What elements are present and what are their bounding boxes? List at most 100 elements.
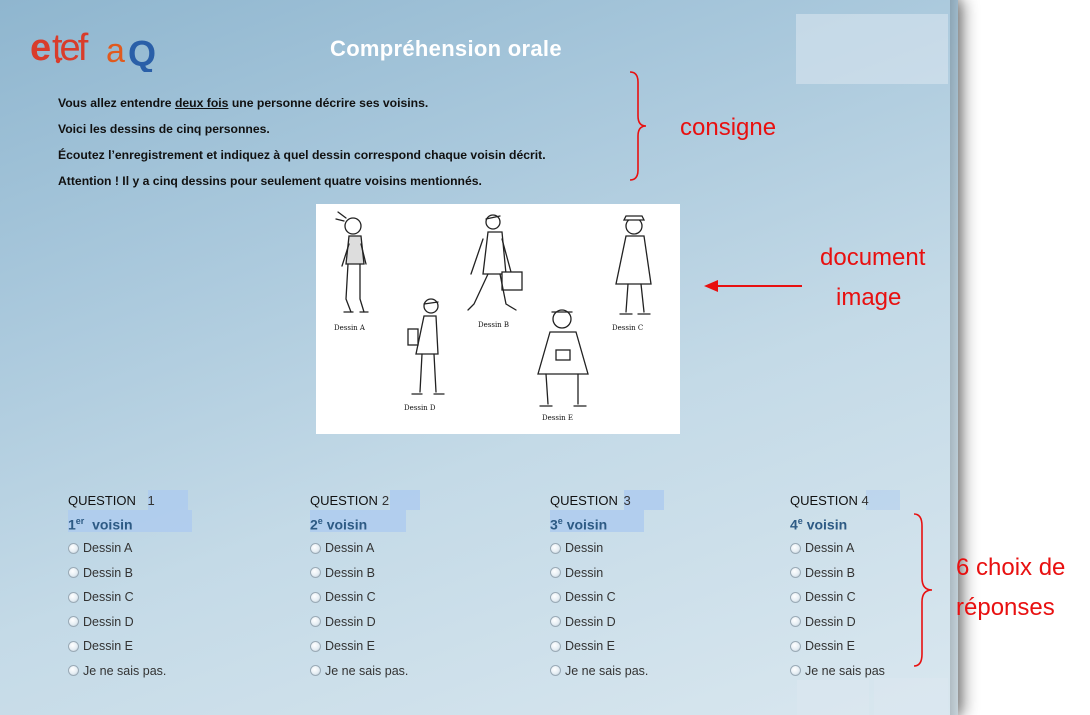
option-label: Dessin D <box>565 614 616 629</box>
option-label: Dessin C <box>83 590 134 605</box>
answer-option[interactable]: Dessin <box>550 561 750 586</box>
question-number: 3 <box>623 493 631 508</box>
option-label: Dessin D <box>325 614 376 629</box>
instruction-line: Attention ! Il y a cinq dessins pour seu… <box>58 174 482 188</box>
question-number: 4 <box>861 493 869 508</box>
option-label: Dessin B <box>805 565 856 580</box>
radio-button[interactable] <box>310 665 321 677</box>
radio-button[interactable] <box>550 640 561 652</box>
answer-option[interactable]: Dessin B <box>68 561 268 586</box>
option-label: Je ne sais pas. <box>83 663 167 678</box>
choices-annotation: 6 choix de <box>956 554 1066 581</box>
radio-button[interactable] <box>790 616 801 628</box>
answer-option[interactable]: Dessin D <box>68 610 268 635</box>
option-label: Dessin D <box>83 614 134 629</box>
answer-option[interactable]: Je ne sais pas. <box>310 659 510 684</box>
question-title: QUESTION 2 <box>310 492 510 510</box>
option-label: Dessin E <box>805 639 856 654</box>
option-label: Dessin A <box>325 541 375 556</box>
deco-box <box>874 678 948 715</box>
radio-button[interactable] <box>68 665 79 677</box>
question-subtitle: 2e voisin <box>310 510 510 533</box>
answer-option[interactable]: Dessin D <box>310 610 510 635</box>
answer-options: Dessin A Dessin B Dessin C Dessin D Dess… <box>68 536 268 683</box>
answer-option[interactable]: Dessin C <box>550 585 750 610</box>
answer-option[interactable]: Dessin A <box>310 536 510 561</box>
instruction-text: Vous allez entendre <box>58 96 175 110</box>
radio-button[interactable] <box>310 616 321 628</box>
option-label: Dessin E <box>325 639 376 654</box>
answer-option[interactable]: Dessin C <box>310 585 510 610</box>
figure-b <box>467 214 523 311</box>
voisin-ordinal: er <box>75 516 85 526</box>
radio-button[interactable] <box>790 591 801 603</box>
answer-option[interactable]: Dessin E <box>68 634 268 659</box>
figure-label: Dessin A <box>334 324 365 332</box>
deco-box <box>797 680 869 715</box>
figure-c <box>615 215 652 315</box>
question-number: 1 <box>147 493 155 508</box>
voisin-label: voisin <box>806 516 848 533</box>
option-label: Dessin C <box>805 590 856 605</box>
question-title: QUESTION 3 <box>550 492 750 510</box>
option-label: Dessin E <box>83 639 134 654</box>
answer-option[interactable]: Dessin E <box>310 634 510 659</box>
instruction-line: Voici les dessins de cinq personnes. <box>58 122 270 136</box>
answer-option[interactable]: Dessin <box>550 536 750 561</box>
figure-label: Dessin C <box>612 324 644 332</box>
answer-option[interactable]: Dessin A <box>68 536 268 561</box>
answer-options: Dessin A Dessin B Dessin C Dessin D Dess… <box>310 536 510 683</box>
answer-option[interactable]: Je ne sais pas <box>790 659 990 684</box>
voisin-number: 2 <box>310 516 318 533</box>
radio-button[interactable] <box>550 567 561 579</box>
radio-button[interactable] <box>68 567 79 579</box>
radio-button[interactable] <box>790 665 801 677</box>
radio-button[interactable] <box>310 567 321 579</box>
figure-d <box>407 298 445 395</box>
radio-button[interactable] <box>310 542 321 554</box>
answer-option[interactable]: Dessin B <box>310 561 510 586</box>
answer-option[interactable]: Je ne sais pas. <box>550 659 750 684</box>
question-subtitle: 3e voisin <box>550 510 750 533</box>
radio-button[interactable] <box>550 665 561 677</box>
option-label: Dessin B <box>83 565 134 580</box>
voisin-number: 4 <box>790 516 798 533</box>
question-label: QUESTION <box>68 493 136 508</box>
radio-button[interactable] <box>68 591 79 603</box>
radio-button[interactable] <box>68 640 79 652</box>
option-label: Dessin A <box>805 541 855 556</box>
instruction-text: une personne décrire ses voisins. <box>228 96 429 110</box>
radio-button[interactable] <box>790 567 801 579</box>
choices-brace <box>913 513 933 667</box>
question-subtitle: 1er voisin <box>68 510 268 533</box>
radio-button[interactable] <box>550 542 561 554</box>
voisin-label: voisin <box>92 516 133 533</box>
svg-text:a: a <box>106 32 125 70</box>
question-title: QUESTION 4 <box>790 492 990 510</box>
voisin-label: voisin <box>326 516 368 533</box>
question-2: QUESTION 2 2e voisin Dessin A Dessin B De… <box>310 490 510 683</box>
etefaq-logo: e tef a Q <box>30 27 156 72</box>
question-1: QUESTION 1 1er voisin Dessin A Dessin B … <box>68 490 268 683</box>
radio-button[interactable] <box>310 591 321 603</box>
question-subtitle: 4e voisin <box>790 510 990 533</box>
radio-button[interactable] <box>550 591 561 603</box>
radio-button[interactable] <box>550 616 561 628</box>
answer-option[interactable]: Dessin D <box>550 610 750 635</box>
radio-button[interactable] <box>310 640 321 652</box>
consigne-brace <box>629 71 647 181</box>
answer-options: Dessin Dessin Dessin C Dessin D Dessin E… <box>550 536 750 683</box>
voisin-ordinal: e <box>557 516 563 526</box>
radio-button[interactable] <box>790 542 801 554</box>
voisin-label: voisin <box>566 516 608 533</box>
answer-option[interactable]: Dessin E <box>790 634 990 659</box>
voisin-number: 3 <box>550 516 558 533</box>
radio-button[interactable] <box>68 616 79 628</box>
document-arrow <box>704 280 802 292</box>
radio-button[interactable] <box>790 640 801 652</box>
figure-a <box>335 211 369 313</box>
answer-option[interactable]: Dessin C <box>68 585 268 610</box>
radio-button[interactable] <box>68 542 79 554</box>
answer-option[interactable]: Dessin E <box>550 634 750 659</box>
answer-option[interactable]: Je ne sais pas. <box>68 659 268 684</box>
